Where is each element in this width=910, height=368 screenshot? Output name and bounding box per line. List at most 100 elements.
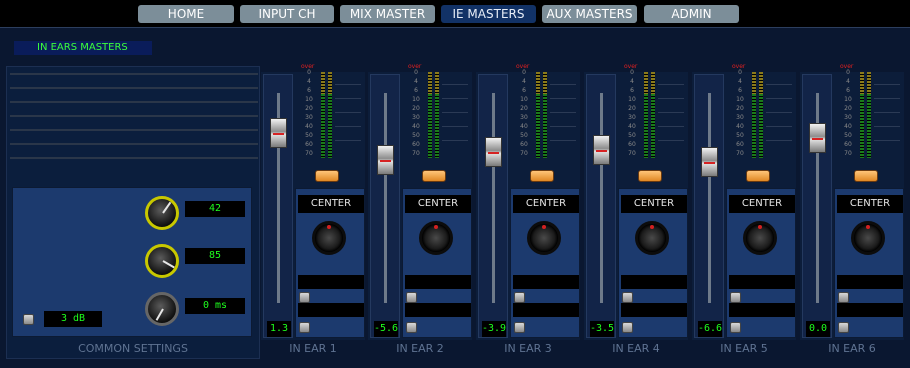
meter-tick: 70 <box>520 150 528 157</box>
channel-checkbox[interactable] <box>838 322 849 333</box>
fader-cap[interactable] <box>485 137 502 167</box>
pan-knob[interactable] <box>743 221 777 255</box>
fader-cap[interactable] <box>270 118 287 148</box>
channel-checkbox[interactable] <box>299 322 310 333</box>
fader[interactable]: -3.5 <box>586 74 616 338</box>
divider <box>335 98 361 99</box>
pan-knob[interactable] <box>527 221 561 255</box>
fader-cap[interactable] <box>701 147 718 177</box>
meter-tick: 4 <box>307 78 311 85</box>
top-nav: HOME INPUT CH MIX MASTER IE MASTERS AUX … <box>0 0 910 28</box>
divider <box>442 126 468 127</box>
tab-admin[interactable]: ADMIN <box>644 5 739 23</box>
divider <box>766 84 792 85</box>
solo-button[interactable] <box>422 170 446 182</box>
meter-tick: 10 <box>628 96 636 103</box>
meter-tick: 30 <box>844 114 852 121</box>
meter-tick: 50 <box>736 132 744 139</box>
meter-bar <box>321 94 325 158</box>
blank-display <box>729 275 795 289</box>
meter-bar <box>651 72 655 94</box>
common-knob-3[interactable] <box>145 292 179 326</box>
fader-value: -5.6 <box>374 321 398 337</box>
meter-scale: 0 4 6 10 20 30 40 50 60 70 <box>622 70 642 165</box>
fader[interactable]: -5.6 <box>370 74 400 338</box>
divider <box>442 84 468 85</box>
meter-tick: 60 <box>520 141 528 148</box>
meter-tick: 20 <box>305 105 313 112</box>
meter-bar <box>644 94 648 158</box>
divider <box>335 140 361 141</box>
meter-bar <box>536 94 540 158</box>
meter-scale: 0 4 6 10 20 30 40 50 60 70 <box>838 70 858 165</box>
channel-checkbox[interactable] <box>514 322 525 333</box>
page-title: IN EARS MASTERS <box>14 41 152 55</box>
meter-tick: 6 <box>414 87 418 94</box>
fader[interactable]: -6.6 <box>694 74 724 338</box>
tab-aux-masters[interactable]: AUX MASTERS <box>542 5 637 23</box>
pan-box: CENTER <box>726 188 796 338</box>
blank-display <box>405 275 471 289</box>
fader-cap[interactable] <box>593 135 610 165</box>
solo-button[interactable] <box>854 170 878 182</box>
channel-checkbox[interactable] <box>838 292 849 303</box>
channel-strip: 0.0 over 0 4 6 10 20 30 40 50 60 70 CENTER <box>800 63 904 340</box>
meter-tick: 50 <box>844 132 852 139</box>
channel-checkbox[interactable] <box>730 322 741 333</box>
blank-display <box>729 303 795 317</box>
pan-box: CENTER <box>295 188 365 338</box>
tab-ie-masters[interactable]: IE MASTERS <box>441 5 536 23</box>
divider <box>10 101 258 103</box>
pan-knob[interactable] <box>419 221 453 255</box>
fader-value: -3.9 <box>482 321 506 337</box>
meter-bar <box>328 94 332 158</box>
channel-checkbox[interactable] <box>730 292 741 303</box>
channel-checkbox[interactable] <box>622 292 633 303</box>
channel-checkbox[interactable] <box>299 292 310 303</box>
solo-button[interactable] <box>315 170 339 182</box>
solo-button[interactable] <box>530 170 554 182</box>
fader[interactable]: -3.9 <box>478 74 508 338</box>
blank-display <box>837 275 903 289</box>
meter-tick: 40 <box>305 123 313 130</box>
meter-bar <box>543 72 547 94</box>
meter-tick: 4 <box>630 78 634 85</box>
pan-box: CENTER <box>618 188 688 338</box>
channel-checkbox[interactable] <box>514 292 525 303</box>
divider <box>442 98 468 99</box>
common-settings-panel: 42 85 0 ms 3 dB <box>6 66 260 359</box>
divider <box>766 112 792 113</box>
common-checkbox[interactable] <box>23 314 34 325</box>
channel-strip: -6.6 over 0 4 6 10 20 30 40 50 60 70 CENTER <box>692 63 796 340</box>
fader-cap[interactable] <box>377 145 394 175</box>
tab-home[interactable]: HOME <box>138 5 234 23</box>
fader-value: 0.0 <box>806 321 830 337</box>
pan-box: CENTER <box>402 188 472 338</box>
common-knob-1[interactable] <box>145 196 179 230</box>
meter-tick: 20 <box>520 105 528 112</box>
common-settings-box: 42 85 0 ms 3 dB <box>12 187 252 337</box>
pan-knob[interactable] <box>635 221 669 255</box>
fader[interactable]: 1.3 <box>263 74 293 338</box>
pan-knob[interactable] <box>851 221 885 255</box>
channel-checkbox[interactable] <box>406 322 417 333</box>
divider <box>874 140 900 141</box>
common-settings-label: COMMON SETTINGS <box>78 342 188 355</box>
solo-button[interactable] <box>746 170 770 182</box>
solo-button[interactable] <box>638 170 662 182</box>
channel-checkbox[interactable] <box>406 292 417 303</box>
common-knob-2[interactable] <box>145 244 179 278</box>
meter-tick: 60 <box>628 141 636 148</box>
meter-tick: 10 <box>844 96 852 103</box>
divider <box>766 140 792 141</box>
meter-tick: 20 <box>844 105 852 112</box>
meter-bar <box>435 94 439 158</box>
tab-input-ch[interactable]: INPUT CH <box>240 5 334 23</box>
tab-mix-master[interactable]: MIX MASTER <box>340 5 435 23</box>
pan-knob[interactable] <box>312 221 346 255</box>
fader[interactable]: 0.0 <box>802 74 832 338</box>
channel-checkbox[interactable] <box>622 322 633 333</box>
fader-cap[interactable] <box>809 123 826 153</box>
divider <box>550 84 576 85</box>
divider <box>550 126 576 127</box>
